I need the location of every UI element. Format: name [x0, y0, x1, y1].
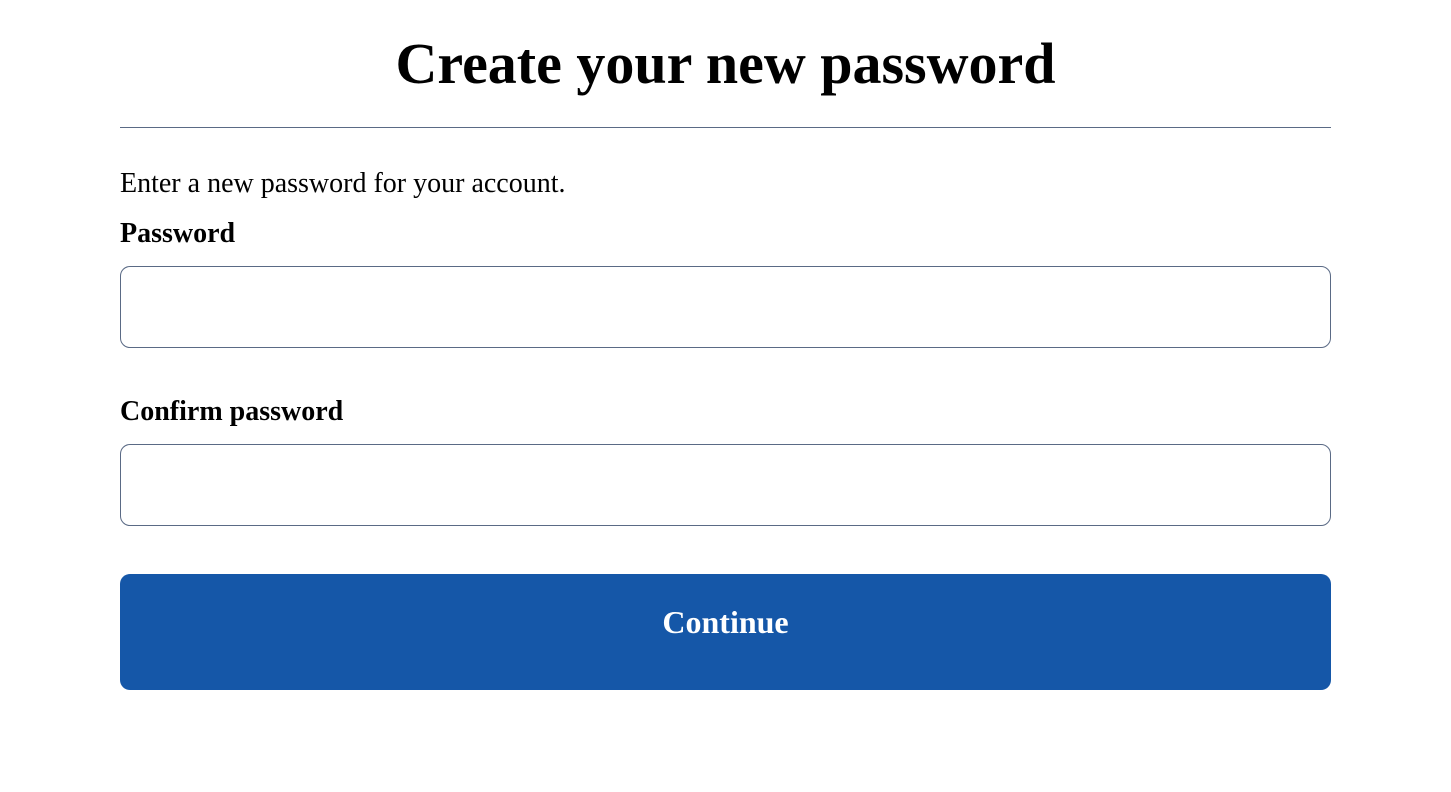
divider — [120, 127, 1331, 128]
confirm-password-input[interactable] — [120, 444, 1331, 526]
continue-button[interactable]: Continue — [120, 574, 1331, 690]
confirm-password-label: Confirm password — [120, 396, 1331, 428]
password-input[interactable] — [120, 266, 1331, 348]
continue-button-label: Continue — [662, 604, 788, 641]
page-title: Create your new password — [120, 30, 1331, 97]
password-label: Password — [120, 218, 1331, 250]
instruction-text: Enter a new password for your account. — [120, 168, 1331, 200]
